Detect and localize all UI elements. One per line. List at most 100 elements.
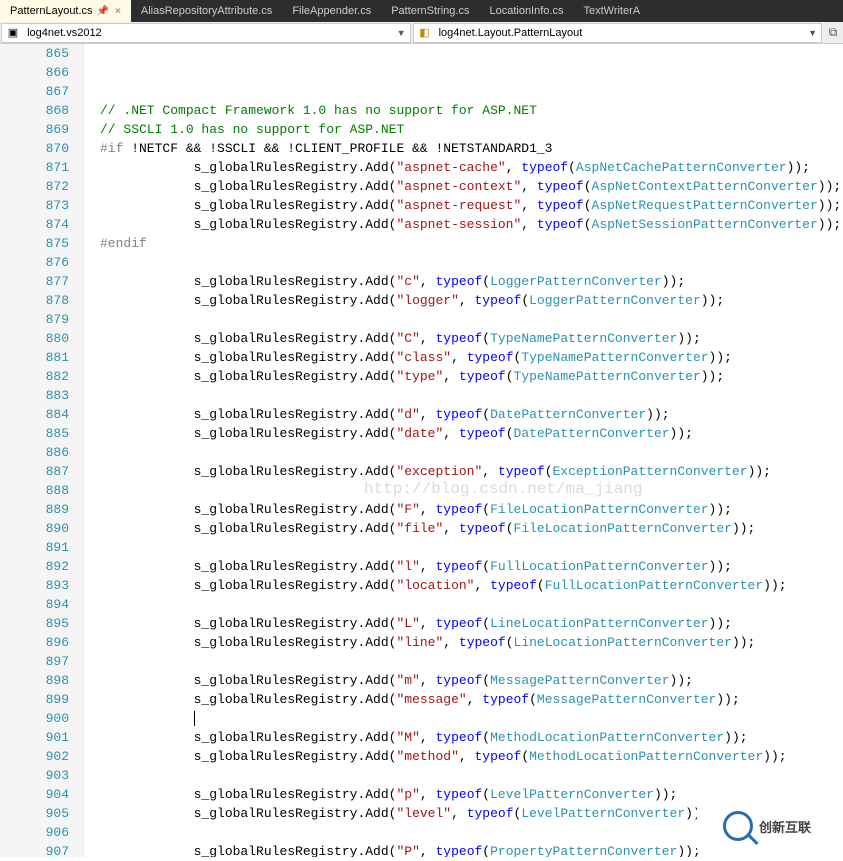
line-number: 881 — [0, 348, 75, 367]
code-line[interactable]: s_globalRulesRegistry.Add("aspnet-cache"… — [100, 158, 843, 177]
line-number: 887 — [0, 462, 75, 481]
code-line[interactable]: // SSCLI 1.0 has no support for ASP.NET — [100, 120, 843, 139]
code-token: typeof — [459, 635, 506, 650]
line-number: 883 — [0, 386, 75, 405]
code-token: "type" — [396, 369, 443, 384]
code-token: "M" — [396, 730, 419, 745]
code-editor[interactable]: 8658668678688698708718728738748758768778… — [0, 44, 843, 857]
code-line[interactable]: s_globalRulesRegistry.Add("c", typeof(Lo… — [100, 272, 843, 291]
magnifier-icon — [723, 811, 753, 841]
code-token: TypeNamePatternConverter — [521, 350, 708, 365]
code-line[interactable]: s_globalRulesRegistry.Add("L", typeof(Li… — [100, 614, 843, 633]
scope-dropdown[interactable]: ▣ log4net.vs2012 ▼ — [1, 23, 411, 43]
code-token: )); — [818, 217, 841, 232]
code-line[interactable]: s_globalRulesRegistry.Add("aspnet-reques… — [100, 196, 843, 215]
code-token: "message" — [396, 692, 466, 707]
code-token: , — [467, 692, 483, 707]
code-line[interactable]: s_globalRulesRegistry.Add("message", typ… — [100, 690, 843, 709]
code-token: ( — [584, 179, 592, 194]
code-token: "c" — [396, 274, 419, 289]
code-token: )); — [732, 521, 755, 536]
code-token: , — [521, 217, 537, 232]
code-area[interactable]: http://blog.csdn.net/ma_jiang // .NET Co… — [84, 44, 843, 857]
code-token: typeof — [537, 179, 584, 194]
code-line[interactable] — [100, 709, 843, 728]
code-line[interactable]: s_globalRulesRegistry.Add("exception", t… — [100, 462, 843, 481]
code-line[interactable] — [100, 766, 843, 785]
code-line[interactable]: #if !NETCF && !SSCLI && !CLIENT_PROFILE … — [100, 139, 843, 158]
code-token: #if — [100, 141, 123, 156]
code-line[interactable] — [100, 481, 843, 500]
code-token: s_globalRulesRegistry.Add( — [194, 502, 397, 517]
code-line[interactable]: s_globalRulesRegistry.Add("class", typeo… — [100, 348, 843, 367]
file-tab[interactable]: PatternLayout.cs 📌 × — [0, 0, 131, 22]
code-token: // SSCLI 1.0 has no support for ASP.NET — [100, 122, 404, 137]
nav-bar: ▣ log4net.vs2012 ▼ ◧ log4net.Layout.Patt… — [0, 22, 843, 44]
code-line[interactable]: s_globalRulesRegistry.Add("location", ty… — [100, 576, 843, 595]
code-line[interactable]: s_globalRulesRegistry.Add("logger", type… — [100, 291, 843, 310]
file-tab-label: TextWriterA — [583, 5, 640, 17]
code-token: )); — [748, 464, 771, 479]
code-token: )); — [654, 787, 677, 802]
pin-icon[interactable]: 📌 — [97, 6, 109, 17]
code-token: ( — [482, 673, 490, 688]
line-number-gutter: 8658668678688698708718728738748758768778… — [0, 44, 84, 857]
file-tab[interactable]: FileAppender.cs — [282, 0, 381, 22]
code-line[interactable]: s_globalRulesRegistry.Add("aspnet-contex… — [100, 177, 843, 196]
code-line[interactable]: #endif — [100, 234, 843, 253]
member-dropdown[interactable]: ◧ log4net.Layout.PatternLayout ▼ — [413, 23, 823, 43]
code-line[interactable] — [100, 443, 843, 462]
code-line[interactable]: s_globalRulesRegistry.Add("d", typeof(Da… — [100, 405, 843, 424]
code-line[interactable] — [100, 652, 843, 671]
code-token: typeof — [435, 502, 482, 517]
code-token: ( — [506, 426, 514, 441]
code-line[interactable] — [100, 386, 843, 405]
code-token: ( — [521, 293, 529, 308]
code-token: "logger" — [396, 293, 458, 308]
split-view-icon[interactable]: ⧉ — [823, 25, 843, 40]
code-line[interactable]: // .NET Compact Framework 1.0 has no sup… — [100, 101, 843, 120]
code-token: , — [420, 673, 436, 688]
code-token: )); — [701, 293, 724, 308]
code-line[interactable]: s_globalRulesRegistry.Add("l", typeof(Fu… — [100, 557, 843, 576]
code-token: ( — [482, 787, 490, 802]
line-number: 898 — [0, 671, 75, 690]
code-line[interactable]: s_globalRulesRegistry.Add("C", typeof(Ty… — [100, 329, 843, 348]
code-line[interactable] — [100, 538, 843, 557]
code-token: typeof — [482, 692, 529, 707]
code-token: typeof — [435, 673, 482, 688]
code-line[interactable] — [100, 595, 843, 614]
code-line[interactable]: s_globalRulesRegistry.Add("date", typeof… — [100, 424, 843, 443]
code-line[interactable]: s_globalRulesRegistry.Add("type", typeof… — [100, 367, 843, 386]
code-token: "method" — [396, 749, 458, 764]
code-line[interactable]: s_globalRulesRegistry.Add("M", typeof(Me… — [100, 728, 843, 747]
code-line[interactable] — [100, 310, 843, 329]
code-token: ( — [482, 559, 490, 574]
code-token: s_globalRulesRegistry.Add( — [194, 673, 397, 688]
code-line[interactable]: s_globalRulesRegistry.Add("aspnet-sessio… — [100, 215, 843, 234]
file-tab-label: PatternLayout.cs — [10, 5, 93, 17]
code-token: #endif — [100, 236, 147, 251]
code-line[interactable] — [100, 253, 843, 272]
code-line[interactable]: s_globalRulesRegistry.Add("method", type… — [100, 747, 843, 766]
file-tab[interactable]: PatternString.cs — [381, 0, 479, 22]
code-token: , — [420, 616, 436, 631]
file-tab[interactable]: TextWriterA — [573, 0, 650, 22]
code-line[interactable]: s_globalRulesRegistry.Add("m", typeof(Me… — [100, 671, 843, 690]
code-line[interactable]: s_globalRulesRegistry.Add("line", typeof… — [100, 633, 843, 652]
code-token: typeof — [521, 160, 568, 175]
file-tab[interactable]: LocationInfo.cs — [479, 0, 573, 22]
file-tab[interactable]: AliasRepositoryAttribute.cs — [131, 0, 282, 22]
chevron-down-icon: ▼ — [808, 28, 817, 38]
code-line[interactable]: s_globalRulesRegistry.Add("F", typeof(Fi… — [100, 500, 843, 519]
code-token: , — [506, 160, 522, 175]
line-number: 885 — [0, 424, 75, 443]
close-icon[interactable]: × — [115, 6, 121, 17]
code-token: s_globalRulesRegistry.Add( — [194, 559, 397, 574]
code-line[interactable]: s_globalRulesRegistry.Add("file", typeof… — [100, 519, 843, 538]
line-number: 876 — [0, 253, 75, 272]
code-token: ( — [506, 369, 514, 384]
code-token: ( — [482, 407, 490, 422]
code-token: !NETCF && !SSCLI && !CLIENT_PROFILE && !… — [123, 141, 552, 156]
code-token: ( — [584, 198, 592, 213]
